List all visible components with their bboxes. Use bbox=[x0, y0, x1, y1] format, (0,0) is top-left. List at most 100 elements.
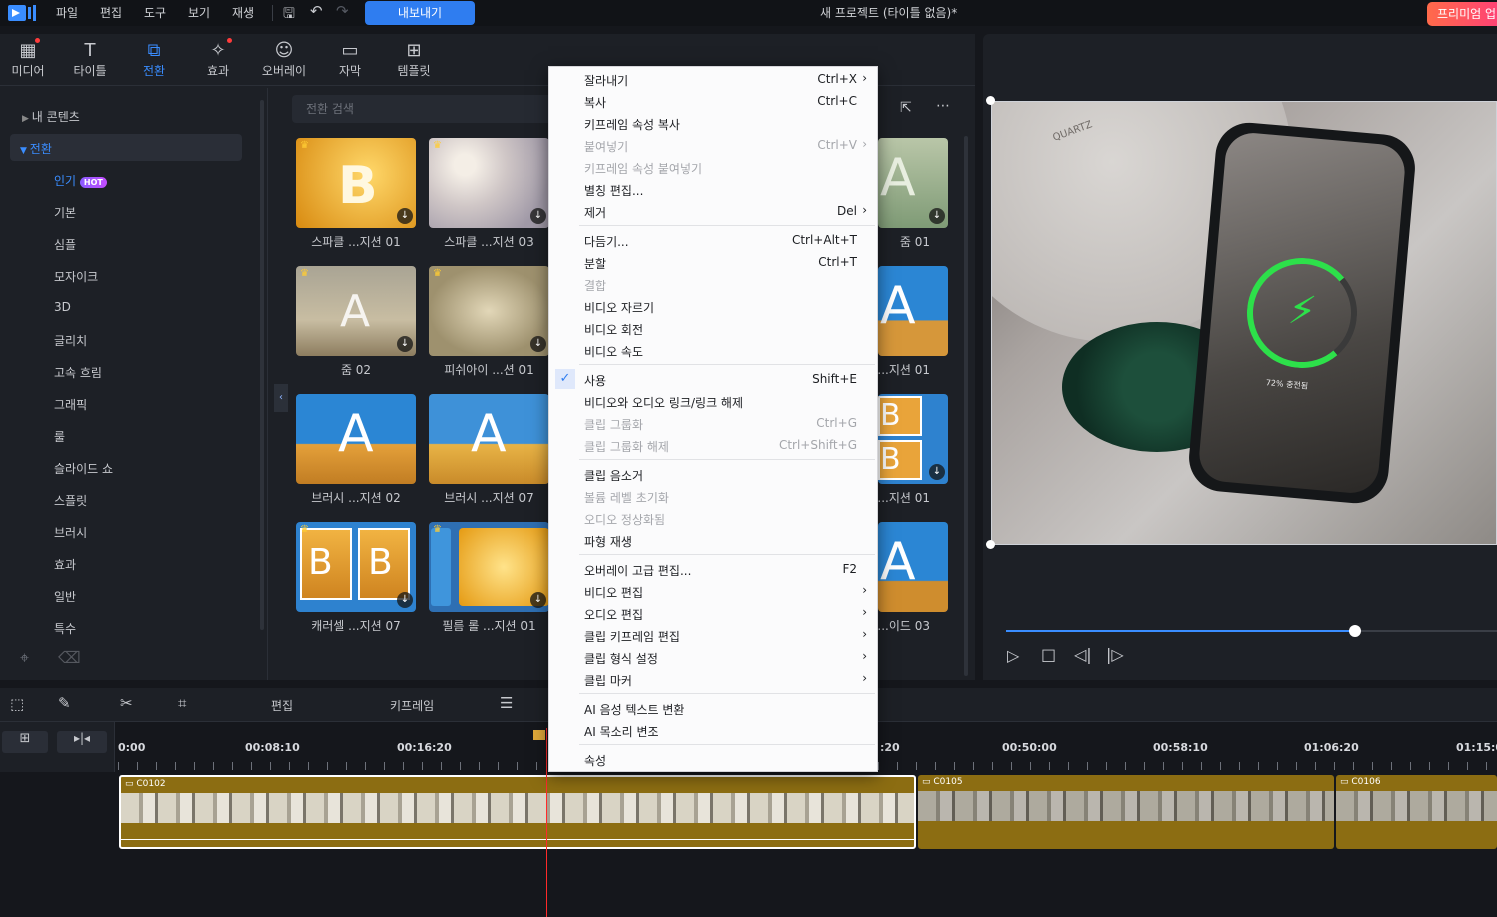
marker-icon[interactable] bbox=[533, 730, 545, 740]
sidebar-item[interactable]: 룰 bbox=[54, 428, 65, 445]
menu-item-rotate-video[interactable]: 비디오 회전 bbox=[549, 317, 877, 339]
list-icon[interactable]: ☰ bbox=[500, 694, 513, 712]
menu-item-video-speed[interactable]: 비디오 속도 bbox=[549, 339, 877, 361]
scissors-icon[interactable]: ✂ bbox=[120, 694, 133, 712]
download-icon[interactable]: ↓ bbox=[929, 208, 945, 224]
resize-handle[interactable] bbox=[986, 540, 995, 549]
menu-item-clip-marker[interactable]: 클립 마커 › bbox=[549, 668, 877, 690]
menu-item-mute[interactable]: 클립 음소거 bbox=[549, 463, 877, 485]
timeline-clip[interactable]: ▭ C0102 bbox=[119, 775, 916, 849]
sidebar-item[interactable]: 효과 bbox=[54, 556, 76, 573]
timeline-clip[interactable]: ▭ C0105 bbox=[918, 775, 1334, 849]
menu-item-ai-speech-to-text[interactable]: AI 음성 텍스트 변환 bbox=[549, 697, 877, 719]
menu-item-paste-keyframe[interactable]: 키프레임 속성 붙여넣기 bbox=[549, 156, 877, 178]
tool-effect[interactable]: ✧ 효과 bbox=[190, 40, 246, 79]
menu-item-cut[interactable]: 잘라내기 Ctrl+X › bbox=[549, 68, 877, 90]
preview-progress-knob[interactable] bbox=[1348, 625, 1361, 637]
menu-item-enable[interactable]: ✓ 사용 Shift+E bbox=[549, 368, 877, 390]
menu-item-audio-edit[interactable]: 오디오 편집 › bbox=[549, 602, 877, 624]
timeline-tool-keyframe[interactable]: 키프레임 bbox=[390, 697, 434, 714]
menu-item-merge[interactable]: 결합 bbox=[549, 273, 877, 295]
playhead[interactable] bbox=[546, 728, 547, 917]
export-button[interactable]: 내보내기 bbox=[365, 1, 475, 25]
search-input[interactable]: 전환 검색 bbox=[292, 95, 552, 123]
menu-item-properties[interactable]: 속성 bbox=[549, 748, 877, 770]
crop-icon[interactable]: ⌗ bbox=[178, 694, 186, 712]
download-icon[interactable]: ↓ bbox=[530, 336, 546, 352]
menu-item-waveform[interactable]: 파형 재생 bbox=[549, 529, 877, 551]
menu-item-copy-keyframe[interactable]: 키프레임 속성 복사 bbox=[549, 112, 877, 134]
sidebar-item[interactable]: 3D bbox=[54, 300, 71, 314]
sidebar-item[interactable]: 일반 bbox=[54, 588, 76, 605]
menu-item-keyframe-edit[interactable]: 클립 키프레임 편집 › bbox=[549, 624, 877, 646]
download-icon[interactable]: ↓ bbox=[397, 208, 413, 224]
tool-transition[interactable]: ⧉ 전환 bbox=[126, 40, 182, 79]
remove-tag-icon[interactable]: ⌫ bbox=[58, 648, 81, 667]
tool-title[interactable]: T 타이틀 bbox=[62, 40, 118, 79]
save-icon[interactable]: 🖫 bbox=[283, 3, 295, 27]
sidebar-scrollbar[interactable] bbox=[260, 100, 264, 630]
menu-item-normalize[interactable]: 오디오 정상화됨 bbox=[549, 507, 877, 529]
sidebar-item[interactable]: 심플 bbox=[54, 236, 76, 253]
menu-item-crop-video[interactable]: 비디오 자르기 bbox=[549, 295, 877, 317]
tool-template[interactable]: ⊞ 템플릿 bbox=[386, 40, 442, 79]
collapse-sidebar-icon[interactable]: ‹ bbox=[274, 384, 288, 412]
menu-item-ai-voice-changer[interactable]: AI 목소리 변조 bbox=[549, 719, 877, 741]
more-icon[interactable]: ⋯ bbox=[936, 98, 950, 114]
sidebar-item[interactable]: 스플릿 bbox=[54, 492, 87, 509]
premium-button[interactable]: 프리미엄 업 bbox=[1427, 2, 1497, 26]
next-frame-icon[interactable]: |▷ bbox=[1106, 645, 1124, 664]
tool-overlay[interactable]: ☺ 오버레이 bbox=[256, 40, 312, 79]
menu-edit[interactable]: 편집 bbox=[100, 4, 122, 21]
download-icon[interactable]: ↓ bbox=[929, 464, 945, 480]
download-icon[interactable]: ↓ bbox=[530, 592, 546, 608]
stop-icon[interactable]: □ bbox=[1041, 645, 1056, 664]
section-transition[interactable]: ▼ 전환 bbox=[20, 140, 52, 157]
add-tag-icon[interactable]: ⌖ bbox=[20, 648, 29, 668]
sidebar-item[interactable]: 브러시 bbox=[54, 524, 87, 541]
pen-icon[interactable]: ✎ bbox=[58, 694, 71, 712]
menu-item-overlay-advanced[interactable]: 오버레이 고급 편집... F2 bbox=[549, 558, 877, 580]
menu-item-clip-format[interactable]: 클립 형식 설정 › bbox=[549, 646, 877, 668]
sidebar-item[interactable]: 그래픽 bbox=[54, 396, 87, 413]
library-scrollbar[interactable] bbox=[964, 136, 968, 676]
sidebar-item-popular[interactable]: 인기 HOT bbox=[54, 172, 107, 189]
add-track-icon[interactable]: ⊞ bbox=[2, 731, 48, 753]
download-icon[interactable]: ↓ bbox=[397, 592, 413, 608]
menu-tools[interactable]: 도구 bbox=[144, 4, 166, 21]
sidebar-item[interactable]: 글리치 bbox=[54, 332, 87, 349]
prev-frame-icon[interactable]: ◁| bbox=[1074, 645, 1092, 664]
menu-item-paste[interactable]: 붙여넣기 Ctrl+V › bbox=[549, 134, 877, 156]
menu-item-copy[interactable]: 복사 Ctrl+C bbox=[549, 90, 877, 112]
timeline-tool-edit[interactable]: 편집 bbox=[271, 697, 293, 714]
menu-file[interactable]: 파일 bbox=[56, 4, 78, 21]
menu-item-edit-alias[interactable]: 별칭 편집... bbox=[549, 178, 877, 200]
resize-handle[interactable] bbox=[986, 96, 995, 105]
sidebar-item[interactable]: 특수 bbox=[54, 620, 76, 637]
sidebar-item[interactable]: 고속 흐림 bbox=[54, 364, 102, 381]
menu-item-ungroup[interactable]: 클립 그룹화 해제 Ctrl+Shift+G bbox=[549, 434, 877, 456]
tool-subtitle[interactable]: ▭ 자막 bbox=[322, 40, 378, 79]
undo-icon[interactable]: ↶ bbox=[310, 2, 323, 20]
transition-thumb[interactable]: A bbox=[429, 394, 549, 484]
sidebar-item[interactable]: 기본 bbox=[54, 204, 76, 221]
menu-item-link-audio[interactable]: 비디오와 오디오 링크/링크 해제 bbox=[549, 390, 877, 412]
transition-thumb[interactable]: A bbox=[878, 522, 948, 612]
preview-frame[interactable]: QUARTZ ⚡ 72% 충전됨 bbox=[991, 101, 1497, 545]
select-icon[interactable]: ⬚ bbox=[10, 695, 24, 713]
menu-play[interactable]: 재생 bbox=[232, 4, 254, 21]
menu-item-group[interactable]: 클립 그룹화 Ctrl+G bbox=[549, 412, 877, 434]
menu-view[interactable]: 보기 bbox=[188, 4, 210, 21]
play-icon[interactable]: ▷ bbox=[1007, 646, 1019, 665]
menu-item-trim[interactable]: 다듬기... Ctrl+Alt+T bbox=[549, 229, 877, 251]
transition-thumb[interactable]: A bbox=[878, 266, 948, 356]
menu-item-delete[interactable]: 제거 Del › bbox=[549, 200, 877, 222]
sidebar-item[interactable]: 모자이크 bbox=[54, 268, 98, 285]
snap-icon[interactable]: ▸|◂ bbox=[57, 731, 107, 753]
tool-media[interactable]: ▦ 미디어 bbox=[0, 40, 56, 79]
sidebar-item[interactable]: 슬라이드 쇼 bbox=[54, 460, 113, 477]
download-icon[interactable]: ↓ bbox=[530, 208, 546, 224]
menu-item-split[interactable]: 분할 Ctrl+T bbox=[549, 251, 877, 273]
timeline-clip[interactable]: ▭ C0106 bbox=[1336, 775, 1497, 849]
menu-item-video-edit[interactable]: 비디오 편집 › bbox=[549, 580, 877, 602]
